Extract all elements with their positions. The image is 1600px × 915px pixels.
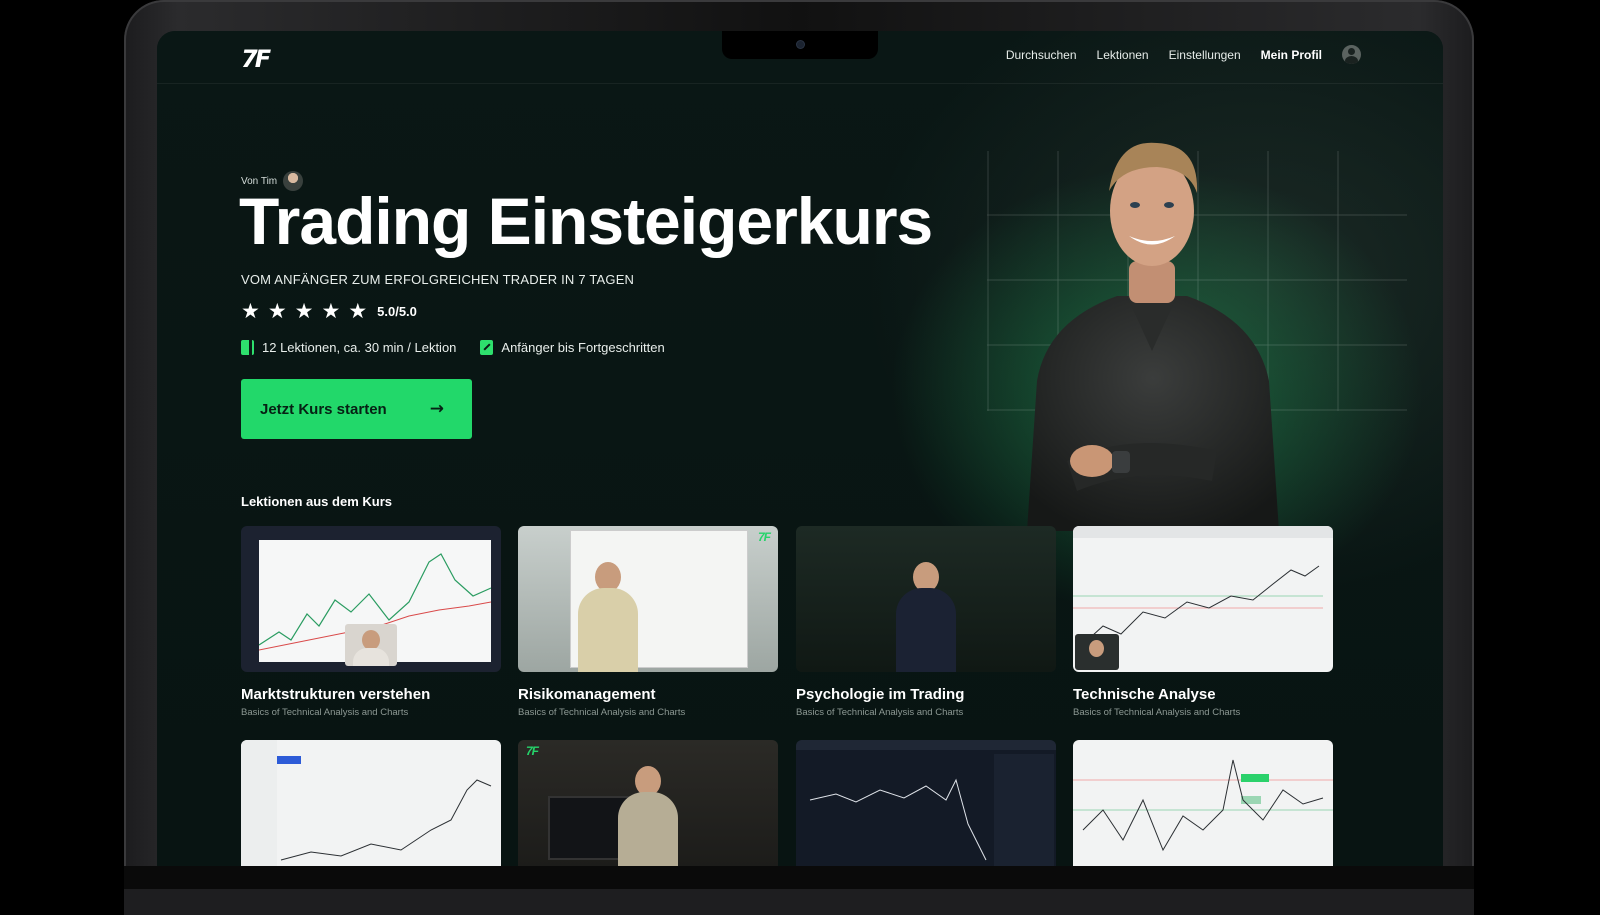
lesson-thumbnail: 7F [518, 526, 778, 672]
laptop-bottom-bezel [124, 866, 1474, 889]
meta-level-text: Anfänger bis Fortgeschritten [501, 340, 665, 355]
course-rating: ★ ★ ★ ★ ★ 5.0/5.0 [241, 301, 417, 322]
lesson-thumbnail [796, 526, 1056, 672]
lesson-title: Psychologie im Trading [796, 686, 965, 703]
meta-level: Anfänger bis Fortgeschritten [480, 340, 665, 355]
star-icon: ★ [294, 300, 314, 323]
star-icon: ★ [348, 300, 368, 323]
nav-durchsuchen[interactable]: Durchsuchen [1006, 48, 1077, 62]
user-avatar-icon[interactable] [1342, 45, 1361, 64]
lesson-thumbnail [241, 526, 501, 672]
webcam-overlay [345, 624, 397, 666]
nav-mein-profil[interactable]: Mein Profil [1261, 48, 1322, 62]
lesson-card[interactable] [241, 740, 501, 866]
presenter-image [1027, 142, 1279, 531]
lesson-subtitle: Basics of Technical Analysis and Charts [518, 707, 686, 718]
lesson-card[interactable]: 7F [518, 740, 778, 866]
presenter-figure [618, 766, 678, 866]
page-subtitle: VOM ANFÄNGER ZUM ERFOLGREICHEN TRADER IN… [241, 272, 635, 287]
start-course-button[interactable]: Jetzt Kurs starten → [241, 379, 472, 439]
lesson-card[interactable]: Psychologie im Trading Basics of Technic… [796, 526, 1056, 718]
lesson-subtitle: Basics of Technical Analysis and Charts [241, 707, 409, 718]
lesson-card[interactable]: Marktstrukturen verstehen Basics of Tech… [241, 526, 501, 718]
lesson-thumbnail [241, 740, 501, 866]
lesson-card[interactable] [796, 740, 1056, 866]
star-icon: ★ [321, 300, 341, 323]
presenter-figure [896, 562, 956, 672]
start-course-label: Jetzt Kurs starten [260, 400, 387, 418]
lesson-title: Technische Analyse [1073, 686, 1216, 703]
camera-notch [722, 31, 878, 59]
lesson-card[interactable]: 7F Risikomanagement Basics of Technical … [518, 526, 778, 718]
page-title: Trading Einsteigerkurs [239, 184, 933, 258]
lesson-subtitle: Basics of Technical Analysis and Charts [1073, 707, 1241, 718]
lesson-thumbnail [1073, 526, 1333, 672]
nav-lektionen[interactable]: Lektionen [1097, 48, 1149, 62]
laptop-base [124, 889, 1474, 915]
lesson-card[interactable]: Technische Analyse Basics of Technical A… [1073, 526, 1333, 718]
lesson-thumbnail: 7F [518, 740, 778, 866]
arrow-right-icon: → [429, 399, 444, 419]
meta-lessons-text: 12 Lektionen, ca. 30 min / Lektion [262, 340, 457, 355]
lesson-subtitle: Basics of Technical Analysis and Charts [796, 707, 964, 718]
lesson-card[interactable] [1073, 740, 1333, 866]
lesson-title: Marktstrukturen verstehen [241, 686, 431, 703]
book-icon [241, 340, 254, 355]
star-icon: ★ [241, 300, 260, 323]
brand-logo[interactable]: 7F [241, 45, 271, 73]
nav-links: Durchsuchen Lektionen Einstellungen Mein… [1006, 45, 1361, 64]
star-icon: ★ [267, 300, 287, 323]
lessons-heading: Lektionen aus dem Kurs [241, 494, 392, 509]
lesson-title: Risikomanagement [518, 686, 656, 703]
webcam-overlay [1075, 634, 1119, 670]
brand-badge: 7F [757, 530, 771, 544]
brand-badge: 7F [526, 744, 539, 758]
screen: 7F Durchsuchen Lektionen Einstellungen M… [157, 31, 1443, 866]
lesson-thumbnail [796, 740, 1056, 866]
presenter-figure [578, 562, 638, 672]
lesson-thumbnail [1073, 740, 1333, 866]
nav-einstellungen[interactable]: Einstellungen [1169, 48, 1241, 62]
meta-lessons: 12 Lektionen, ca. 30 min / Lektion [241, 340, 456, 355]
pencil-icon [480, 340, 494, 355]
course-meta: 12 Lektionen, ca. 30 min / Lektion Anfän… [241, 340, 665, 355]
rating-value: 5.0/5.0 [377, 304, 417, 319]
camera-icon [797, 41, 804, 48]
